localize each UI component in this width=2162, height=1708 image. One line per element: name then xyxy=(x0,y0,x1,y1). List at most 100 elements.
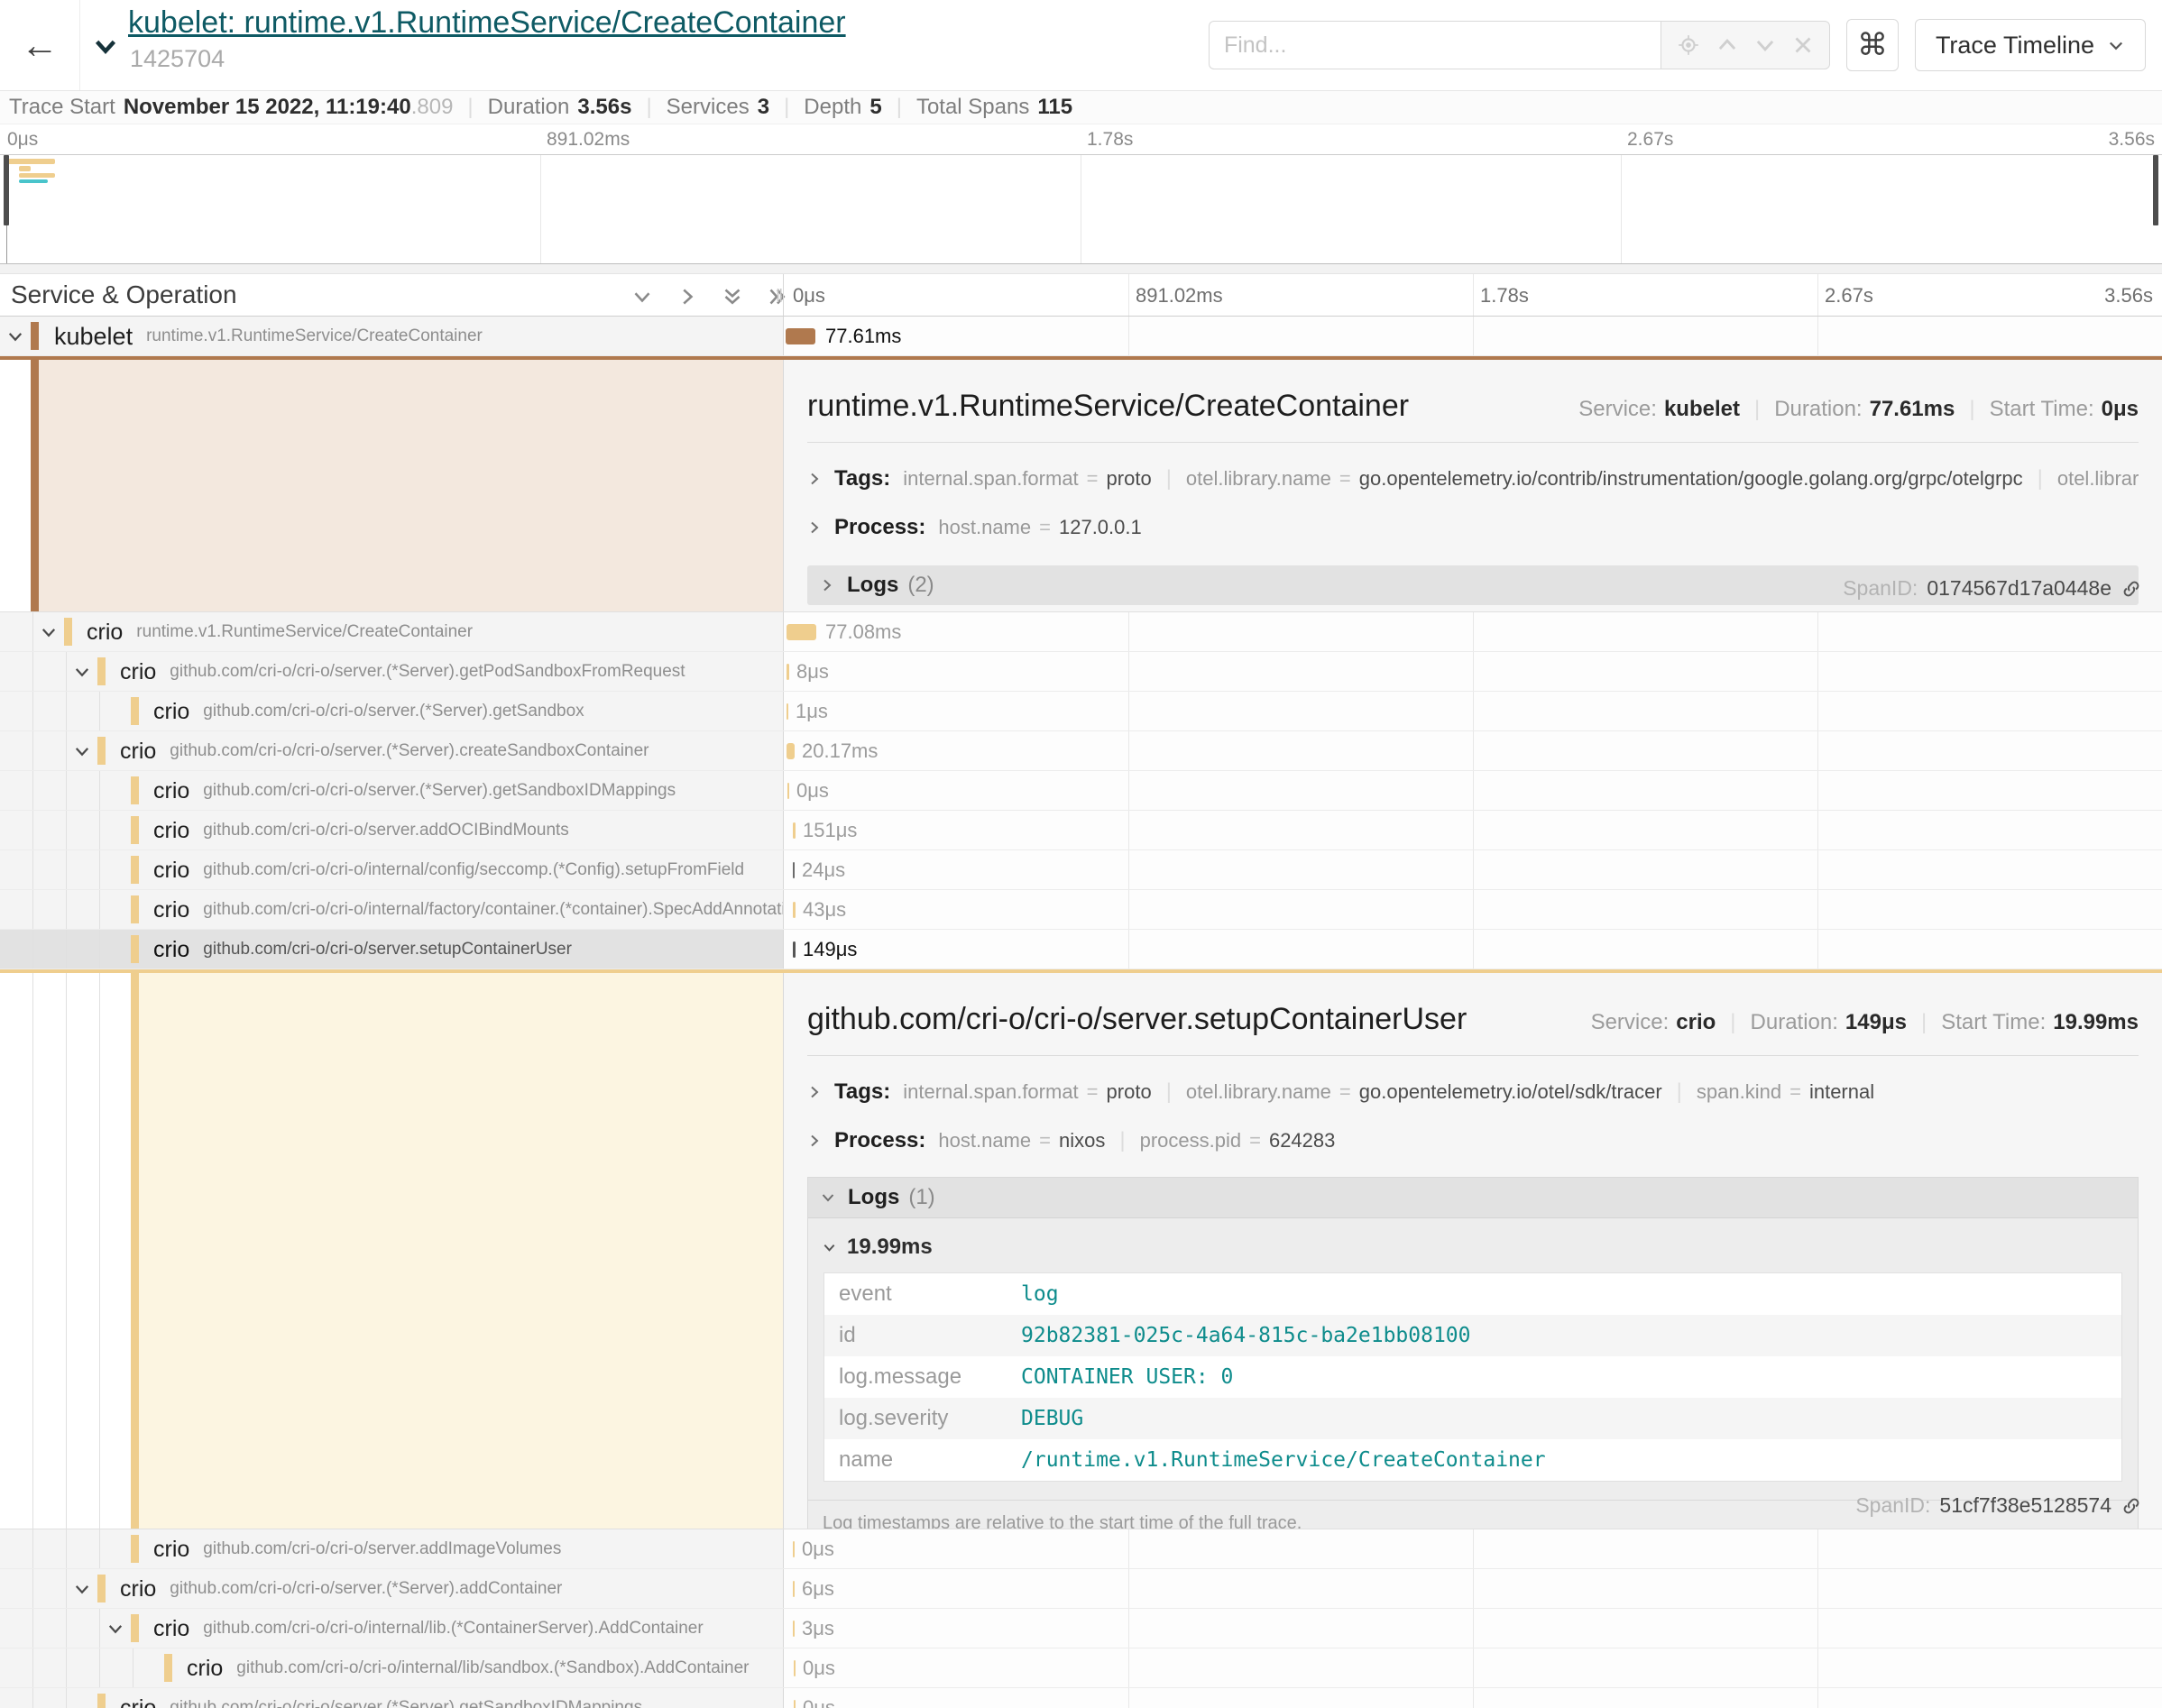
span-name-cell[interactable]: crio github.com/cri-o/cri-o/server.(*Ser… xyxy=(0,652,783,691)
timeline-minimap[interactable] xyxy=(0,154,2162,264)
tags-accordion[interactable]: Tags: internal.span.format=proto | otel.… xyxy=(807,466,2139,491)
span-name-cell[interactable]: crio github.com/cri-o/cri-o/server.(*Ser… xyxy=(0,731,783,770)
trace-id: 1425704 xyxy=(130,45,225,73)
span-timeline-cell[interactable]: 77.08ms xyxy=(783,612,2162,651)
span-timeline-cell[interactable]: 149μs xyxy=(783,930,2162,969)
timeline-tick: 1.78s xyxy=(1480,284,1529,308)
span-timeline-cell[interactable]: 8μs xyxy=(783,652,2162,691)
span-timeline-cell[interactable]: 3μs xyxy=(783,1609,2162,1648)
expand-one-chevron-right-icon[interactable] xyxy=(676,286,698,308)
span-row[interactable]: crio github.com/cri-o/cri-o/internal/lib… xyxy=(0,1609,2162,1648)
clear-find-close-icon[interactable] xyxy=(1792,34,1814,56)
span-row[interactable]: crio github.com/cri-o/cri-o/server.(*Ser… xyxy=(0,692,2162,731)
span-name-cell[interactable]: crio github.com/cri-o/cri-o/server.(*Ser… xyxy=(0,1569,783,1608)
keyboard-shortcuts-button[interactable]: ⌘ xyxy=(1846,19,1899,71)
span-row[interactable]: crio github.com/cri-o/cri-o/internal/con… xyxy=(0,850,2162,890)
tags-accordion[interactable]: Tags: internal.span.format=proto | otel.… xyxy=(807,1079,2139,1105)
span-expander-chevron-down-icon[interactable] xyxy=(104,1620,127,1638)
span-duration-bar[interactable] xyxy=(787,743,795,759)
logs-count: (2) xyxy=(907,573,934,598)
span-name-cell[interactable]: crio github.com/cri-o/cri-o/internal/con… xyxy=(0,850,783,889)
span-row[interactable]: crio github.com/cri-o/cri-o/server.(*Ser… xyxy=(0,652,2162,692)
span-duration-bar[interactable] xyxy=(793,1581,795,1597)
span-name-cell[interactable]: crio github.com/cri-o/cri-o/server.(*Ser… xyxy=(0,692,783,730)
span-timeline-cell[interactable]: 151μs xyxy=(783,811,2162,849)
span-timeline-cell[interactable]: 6μs xyxy=(783,1569,2162,1608)
minimap-left-drag-handle[interactable] xyxy=(4,155,9,225)
span-name-cell[interactable]: crio runtime.v1.RuntimeService/CreateCon… xyxy=(0,612,783,651)
span-expander-chevron-down-icon[interactable] xyxy=(70,663,94,681)
span-name-cell[interactable]: crio github.com/cri-o/cri-o/server.addOC… xyxy=(0,811,783,849)
span-row[interactable]: crio runtime.v1.RuntimeService/CreateCon… xyxy=(0,612,2162,652)
span-row[interactable]: crio github.com/cri-o/cri-o/server.(*Ser… xyxy=(0,731,2162,771)
span-row-selected[interactable]: crio github.com/cri-o/cri-o/server.setup… xyxy=(0,930,2162,969)
collapse-all-double-chevron-down-icon[interactable] xyxy=(722,286,743,308)
collapse-title-chevron-down-icon[interactable] xyxy=(90,32,121,60)
span-row[interactable]: crio github.com/cri-o/cri-o/internal/fac… xyxy=(0,890,2162,930)
span-timeline-cell[interactable]: 0μs xyxy=(783,1529,2162,1568)
span-timeline-cell[interactable]: 24μs xyxy=(783,850,2162,889)
span-timeline-cell[interactable]: 1μs xyxy=(783,692,2162,730)
span-duration-bar[interactable] xyxy=(787,664,789,680)
span-name-cell[interactable]: crio github.com/cri-o/cri-o/server.(*Ser… xyxy=(0,771,783,810)
copy-link-icon[interactable] xyxy=(2121,1495,2142,1517)
span-timeline-cell[interactable]: 20.17ms xyxy=(783,731,2162,770)
span-name-cell[interactable]: crio github.com/cri-o/cri-o/server.addIm… xyxy=(0,1529,783,1568)
span-row[interactable]: crio github.com/cri-o/cri-o/internal/lib… xyxy=(0,1648,2162,1688)
span-duration-bar[interactable] xyxy=(794,1660,796,1676)
span-name-cell[interactable]: crio github.com/cri-o/cri-o/server.setup… xyxy=(0,930,783,969)
log-field-value: CONTAINER USER: 0 xyxy=(1020,1356,2122,1398)
trace-title-link[interactable]: kubelet: runtime.v1.RuntimeService/Creat… xyxy=(128,5,846,41)
span-name-cell[interactable]: crio github.com/cri-o/cri-o/internal/lib… xyxy=(0,1648,783,1687)
process-accordion[interactable]: Process: host.name=127.0.0.1 xyxy=(807,515,2139,540)
span-duration-bar[interactable] xyxy=(786,328,815,344)
span-duration-bar[interactable] xyxy=(787,703,788,720)
span-expander-chevron-down-icon[interactable] xyxy=(37,623,60,641)
span-timeline-cell[interactable]: 77.61ms xyxy=(783,317,2162,355)
span-timeline-cell[interactable]: 0μs xyxy=(783,771,2162,810)
span-row[interactable]: crio github.com/cri-o/cri-o/server.(*Ser… xyxy=(0,1569,2162,1609)
span-expander-chevron-down-icon[interactable] xyxy=(4,327,27,345)
copy-link-icon[interactable] xyxy=(2121,578,2142,600)
span-name-cell[interactable]: crio github.com/cri-o/cri-o/server.(*Ser… xyxy=(0,1688,783,1708)
span-timeline-cell[interactable]: 0μs xyxy=(783,1648,2162,1687)
span-row[interactable]: kubelet runtime.v1.RuntimeService/Create… xyxy=(0,317,2162,356)
span-duration-bar[interactable] xyxy=(794,1700,796,1708)
span-name-cell[interactable]: crio github.com/cri-o/cri-o/internal/lib… xyxy=(0,1609,783,1648)
span-duration-label: 1μs xyxy=(796,700,828,723)
service-name: crio xyxy=(187,1656,223,1682)
total-spans-label: Total Spans xyxy=(916,95,1029,120)
find-input[interactable] xyxy=(1209,21,1661,69)
logs-accordion[interactable]: Logs (1) xyxy=(808,1178,2138,1218)
span-duration-bar[interactable] xyxy=(793,862,795,878)
span-row[interactable]: crio github.com/cri-o/cri-o/server.addIm… xyxy=(0,1529,2162,1569)
span-duration-bar[interactable] xyxy=(793,902,796,918)
minimap-right-drag-handle[interactable] xyxy=(2153,155,2158,225)
span-duration-bar[interactable] xyxy=(787,783,789,799)
span-duration-bar[interactable] xyxy=(793,822,796,839)
span-timeline-cell[interactable]: 0μs xyxy=(783,1688,2162,1708)
span-name-cell[interactable]: kubelet runtime.v1.RuntimeService/Create… xyxy=(0,317,783,355)
back-arrow-icon[interactable]: ← xyxy=(14,20,65,70)
trace-start-ms: .809 xyxy=(411,95,454,120)
prev-result-chevron-up-icon[interactable] xyxy=(1716,33,1739,57)
log-entry-toggle[interactable]: 19.99ms xyxy=(823,1235,2138,1260)
span-name-cell[interactable]: crio github.com/cri-o/cri-o/internal/fac… xyxy=(0,890,783,929)
span-id-row: SpanID: 51cf7f38e5128574 xyxy=(1855,1493,2142,1518)
collapse-one-chevron-down-icon[interactable] xyxy=(631,286,653,308)
next-result-chevron-down-icon[interactable] xyxy=(1753,33,1777,57)
span-duration-bar[interactable] xyxy=(793,941,796,958)
span-row[interactable]: crio github.com/cri-o/cri-o/server.(*Ser… xyxy=(0,1688,2162,1708)
span-expander-chevron-down-icon[interactable] xyxy=(70,1580,94,1598)
span-row[interactable]: crio github.com/cri-o/cri-o/server.addOC… xyxy=(0,811,2162,850)
span-duration-bar[interactable] xyxy=(787,624,816,640)
span-duration-bar[interactable] xyxy=(793,1541,795,1557)
focus-target-icon[interactable] xyxy=(1677,33,1700,57)
span-duration-label: 8μs xyxy=(796,660,829,684)
span-duration-bar[interactable] xyxy=(793,1621,795,1637)
process-accordion[interactable]: Process: host.name=nixos | process.pid=6… xyxy=(807,1128,2139,1153)
span-timeline-cell[interactable]: 43μs xyxy=(783,890,2162,929)
trace-view-selector[interactable]: Trace Timeline xyxy=(1915,19,2146,71)
span-row[interactable]: crio github.com/cri-o/cri-o/server.(*Ser… xyxy=(0,771,2162,811)
span-expander-chevron-down-icon[interactable] xyxy=(70,742,94,760)
